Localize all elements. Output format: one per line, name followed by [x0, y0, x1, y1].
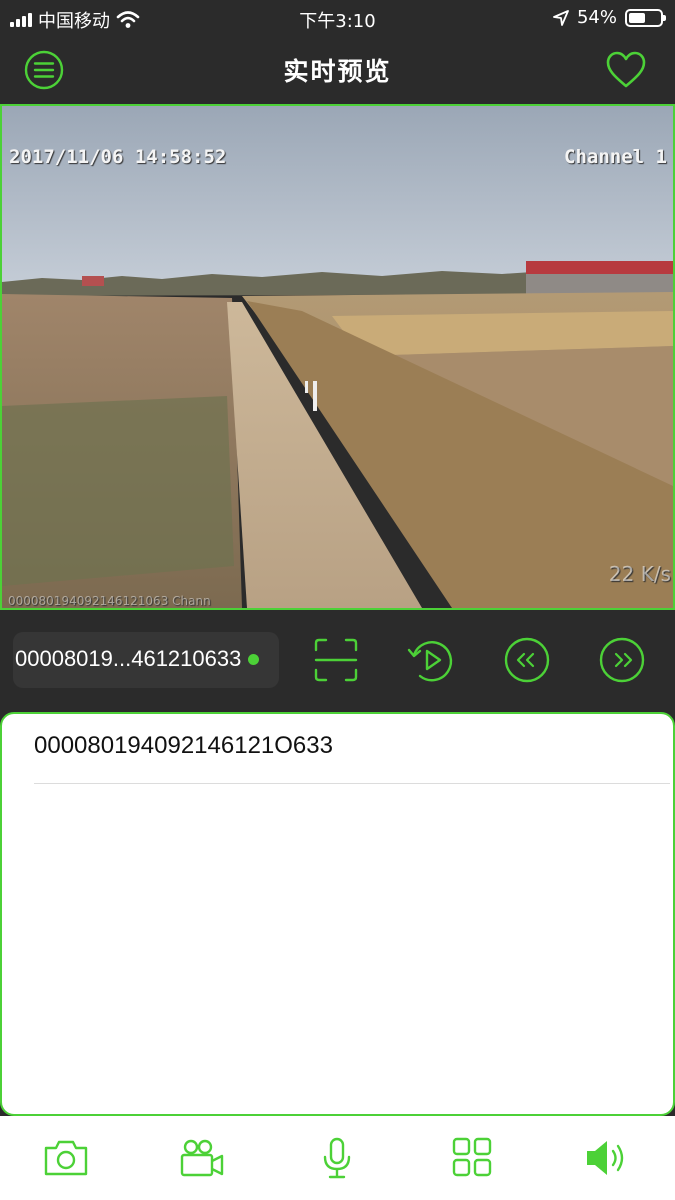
video-camera-icon[interactable]: [178, 1136, 226, 1180]
prev-icon[interactable]: [502, 635, 552, 685]
device-list-panel: 000080194092146121O633: [0, 712, 675, 1116]
location-arrow-icon: [553, 9, 569, 26]
live-video-view[interactable]: 2017/11/06 14:58:52 Channel 1 22 K/s 000…: [0, 104, 675, 610]
video-bitrate: 22 K/s: [608, 562, 671, 586]
grid-icon[interactable]: [448, 1136, 496, 1180]
page-title: 实时预览: [283, 57, 392, 86]
status-right: 54%: [553, 7, 666, 28]
scan-icon[interactable]: [311, 635, 361, 685]
live-preview-screen: 中国移动 下午3:10 54% 实时预览 2017/11/06 14:58:52…: [0, 0, 675, 1200]
device-selector-label: 00008019...461210633: [15, 646, 242, 671]
battery-percent: 54%: [576, 7, 617, 28]
video-timestamp: 2017/11/06 14:58:52: [9, 146, 227, 168]
video-watermark: 000080194092146121063 Chann: [8, 594, 211, 608]
video-frame: [2, 106, 673, 608]
device-id-label: 000080194092146121O633: [34, 732, 333, 759]
replay-icon[interactable]: [406, 635, 456, 685]
speaker-icon[interactable]: [583, 1136, 631, 1180]
video-channel: Channel 1: [564, 146, 667, 168]
microphone-icon[interactable]: [313, 1136, 361, 1180]
heart-icon[interactable]: [605, 50, 647, 90]
nav-bar: 实时预览: [0, 36, 675, 104]
status-bar: 中国移动 下午3:10 54%: [0, 0, 675, 36]
bottom-toolbar: [0, 1116, 675, 1200]
online-status-dot: [248, 654, 259, 665]
camera-icon[interactable]: [42, 1136, 90, 1180]
battery-icon: [625, 8, 666, 27]
control-bar: 00008019...461210633: [0, 610, 675, 712]
list-item[interactable]: 000080194092146121O633: [34, 732, 670, 784]
next-icon[interactable]: [597, 635, 647, 685]
device-selector[interactable]: 00008019...461210633: [13, 632, 279, 688]
